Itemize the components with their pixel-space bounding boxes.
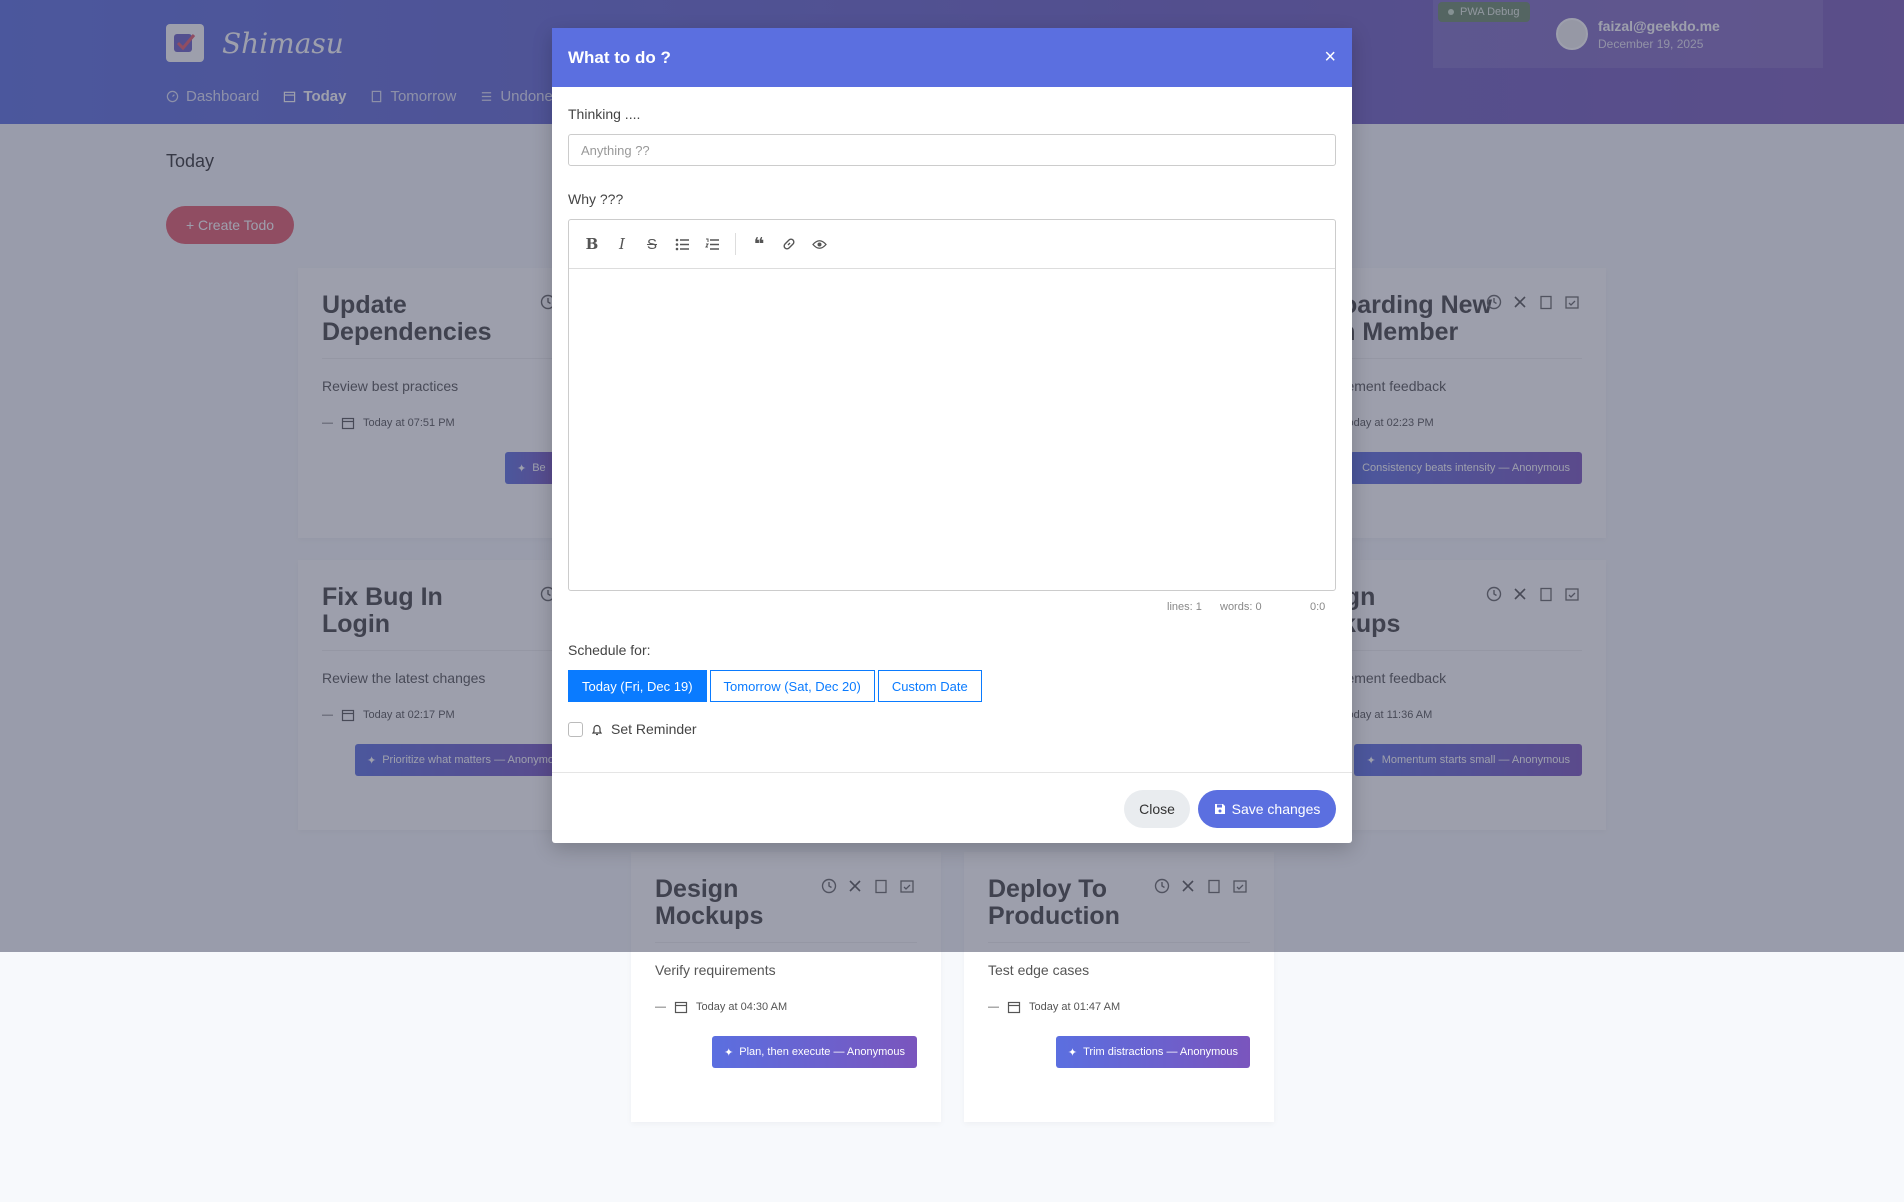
close-button[interactable]: Close	[1124, 790, 1190, 828]
reminder-label: Set Reminder	[611, 721, 697, 737]
floppy-disk-icon	[1214, 804, 1225, 814]
bold-icon[interactable]: B	[583, 235, 601, 253]
calendar-icon	[1007, 1001, 1021, 1014]
thinking-input[interactable]	[568, 134, 1336, 166]
save-button[interactable]: Save changes	[1198, 790, 1336, 828]
editor-words-count: words: 0	[1220, 601, 1262, 613]
schedule-label: Schedule for:	[568, 642, 651, 658]
bell-icon	[591, 724, 603, 735]
modal-title: What to do ?	[568, 47, 671, 67]
calendar-icon	[674, 1001, 688, 1014]
todo-date: — Today at 01:47 AM	[988, 1001, 1121, 1014]
close-icon[interactable]: ×	[1324, 46, 1336, 69]
bullet-list-icon[interactable]	[673, 235, 691, 253]
modal-footer-divider	[552, 772, 1352, 773]
reminder-checkbox[interactable]	[568, 721, 583, 737]
save-button-label: Save changes	[1231, 801, 1321, 817]
toolbar-separator	[735, 233, 736, 255]
bulb-icon: ✦	[1067, 1046, 1078, 1059]
link-icon[interactable]	[780, 235, 798, 253]
why-label: Why ???	[568, 191, 624, 207]
todo-date: — Today at 04:30 AM	[655, 1001, 788, 1014]
schedule-tomorrow-button[interactable]: Tomorrow (Sat, Dec 20)	[709, 670, 875, 702]
preview-eye-icon[interactable]	[810, 235, 828, 253]
strikethrough-icon[interactable]: S	[643, 235, 661, 253]
italic-icon[interactable]: I	[613, 235, 631, 253]
quote-text: Plan, then execute — Anonymous	[739, 1046, 905, 1058]
todo-description: Test edge cases	[988, 962, 1090, 978]
todo-date-text: Today at 01:47 AM	[1029, 1001, 1121, 1013]
modal-header: What to do ? ×	[552, 28, 1352, 87]
quote-text: Trim distractions — Anonymous	[1083, 1046, 1238, 1058]
todo-modal: What to do ? × Thinking .... Why ??? B I…	[552, 28, 1352, 843]
numbered-list-icon[interactable]	[703, 235, 721, 253]
set-reminder-row: Set Reminder	[568, 721, 697, 737]
quote-badge: ✦ Plan, then execute — Anonymous	[712, 1036, 917, 1068]
todo-date-text: Today at 04:30 AM	[696, 1001, 788, 1013]
schedule-options: Today (Fri, Dec 19) Tomorrow (Sat, Dec 2…	[568, 670, 982, 702]
schedule-custom-date-button[interactable]: Custom Date	[877, 670, 982, 702]
todo-description: Verify requirements	[655, 962, 776, 978]
editor-cursor-position: 0:0	[1310, 601, 1326, 613]
editor-toolbar: B I S ❝	[569, 220, 1335, 269]
markdown-editor[interactable]: B I S ❝	[568, 219, 1336, 591]
quote-icon[interactable]: ❝	[750, 234, 768, 254]
quote-badge: ✦ Trim distractions — Anonymous	[1055, 1036, 1250, 1068]
editor-lines-count: lines: 1	[1167, 601, 1202, 613]
bulb-icon: ✦	[724, 1046, 734, 1059]
schedule-today-button[interactable]: Today (Fri, Dec 19)	[568, 670, 707, 702]
thinking-label: Thinking ....	[568, 106, 641, 122]
